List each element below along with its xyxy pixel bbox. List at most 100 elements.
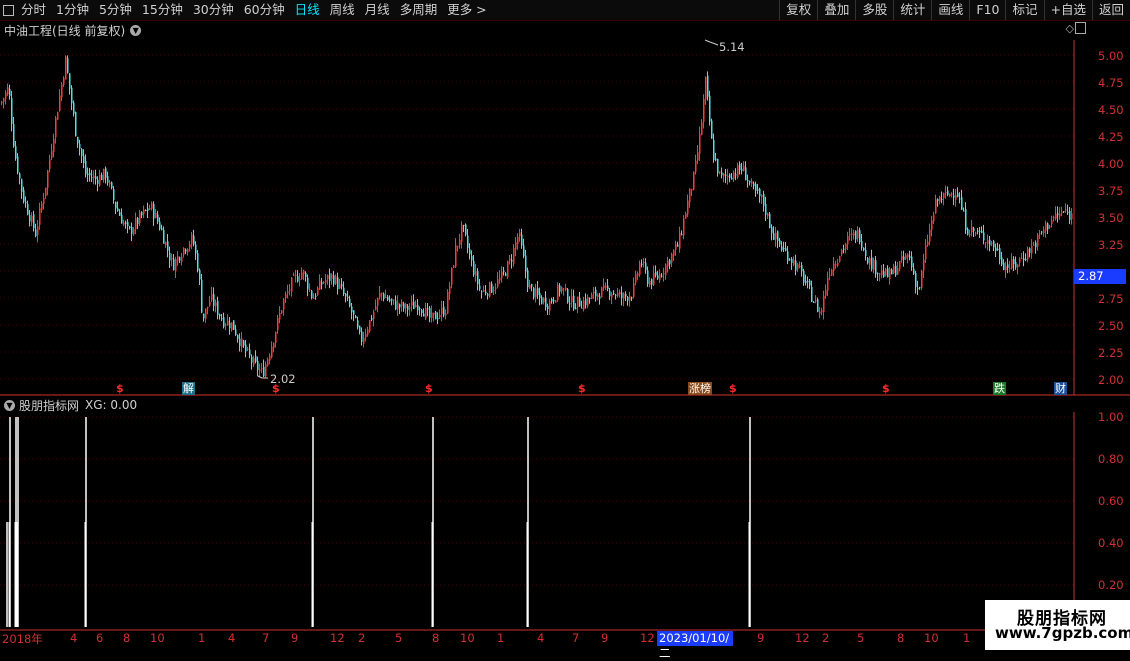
candle-body <box>369 320 371 332</box>
tab-monthly[interactable]: 月线 <box>360 0 395 20</box>
event-marker[interactable]: $ <box>882 382 890 395</box>
candle-body <box>333 275 335 285</box>
candle-body <box>183 247 185 255</box>
candle-body <box>795 260 797 271</box>
candle-body <box>777 231 779 242</box>
tab-30min[interactable]: 30分钟 <box>188 0 239 20</box>
tab-weekly[interactable]: 周线 <box>325 0 360 20</box>
candle-body <box>819 311 821 314</box>
window-toggle-icon[interactable] <box>1075 22 1086 34</box>
restore-rights-button[interactable]: 复权 <box>779 0 817 20</box>
candle-body <box>427 308 429 310</box>
candle-body <box>53 138 55 153</box>
event-marker[interactable]: $ <box>729 382 737 395</box>
back-button[interactable]: 返回 <box>1091 0 1130 20</box>
candle-body <box>869 258 871 265</box>
candle-body <box>867 258 869 264</box>
statistics-button[interactable]: 统计 <box>893 0 931 20</box>
chevron-down-icon[interactable]: ▼ <box>4 399 15 411</box>
event-marker[interactable]: $ <box>425 382 433 395</box>
candle-body <box>291 277 293 292</box>
candle-body <box>99 174 101 186</box>
price-tick: 2.75 <box>1098 292 1124 306</box>
candle-body <box>935 199 937 214</box>
candle-body <box>787 251 789 262</box>
candle-body <box>569 303 571 305</box>
overlay-button[interactable]: 叠加 <box>817 0 855 20</box>
date-tick: 8 <box>123 631 131 645</box>
candle-body <box>65 56 67 80</box>
date-tick: 1 <box>198 631 206 645</box>
candle-body <box>873 259 875 271</box>
tab-daily[interactable]: 日线 <box>290 0 325 20</box>
candle-body <box>153 203 155 219</box>
candle-body <box>475 271 477 276</box>
event-marker-finance[interactable]: 财 <box>1054 382 1067 395</box>
candle-body <box>173 258 175 271</box>
event-marker[interactable]: $ <box>578 382 586 395</box>
tab-multi-period[interactable]: 多周期 <box>395 0 443 20</box>
candle-body <box>3 98 5 102</box>
tab-15min[interactable]: 15分钟 <box>137 0 188 20</box>
f10-button[interactable]: F10 <box>969 0 1005 20</box>
candle-body <box>561 287 563 292</box>
candle-body <box>753 183 755 187</box>
candle-body <box>467 235 469 248</box>
chevron-down-icon[interactable]: ▼ <box>130 24 142 36</box>
diamond-icon[interactable]: ◇ <box>1066 22 1074 35</box>
candle-body <box>417 304 419 311</box>
mark-button[interactable]: 标记 <box>1005 0 1043 20</box>
event-marker-unlock[interactable]: 解 <box>182 382 195 395</box>
candle-body <box>903 256 905 260</box>
tab-5min[interactable]: 5分钟 <box>94 0 137 20</box>
candle-body <box>965 209 967 231</box>
candle-body <box>959 198 961 200</box>
candle-body <box>519 232 521 237</box>
event-marker[interactable]: $ <box>116 382 124 395</box>
tab-1min[interactable]: 1分钟 <box>51 0 94 20</box>
candle-body <box>39 208 41 225</box>
multi-stock-button[interactable]: 多股 <box>855 0 893 20</box>
candle-body <box>775 232 777 240</box>
stock-title: 中油工程(日线 前复权) <box>4 23 126 38</box>
candle-body <box>573 295 575 310</box>
tab-fenshi[interactable]: 分时 <box>16 0 51 20</box>
date-axis: 2018年 4 6 8 10 1 4 7 9 12 2 5 8 10 1 4 7… <box>0 631 985 646</box>
candle-body <box>147 208 149 212</box>
candle-body <box>1041 231 1043 233</box>
candle-body <box>975 232 977 234</box>
candle-body <box>79 143 81 149</box>
tab-more[interactable]: 更多 > <box>442 0 488 20</box>
candle-body <box>269 355 271 361</box>
candle-body <box>801 265 803 272</box>
candle-body <box>681 234 683 236</box>
date-tick: 1 <box>497 631 505 645</box>
candle-body <box>409 307 411 309</box>
candle-body <box>821 310 823 313</box>
candle-body <box>463 225 465 227</box>
add-watchlist-button[interactable]: +自选 <box>1043 0 1092 20</box>
menu-square-icon[interactable] <box>3 4 14 16</box>
event-marker-fall[interactable]: 跌 <box>993 382 1006 395</box>
candle-body <box>913 268 915 274</box>
candle-body <box>751 181 753 184</box>
candle-body <box>343 287 345 294</box>
event-marker[interactable]: $ <box>272 382 280 395</box>
candle-body <box>979 231 981 233</box>
main-grid <box>0 54 1074 380</box>
candle-body <box>35 229 37 237</box>
candle-body <box>559 285 561 292</box>
candle-body <box>1063 211 1065 213</box>
candle-body <box>1047 223 1049 230</box>
kline-chart[interactable] <box>0 0 1130 650</box>
candle-body <box>425 307 427 319</box>
candle-body <box>577 296 579 307</box>
candle-body <box>707 75 709 97</box>
event-marker-rise-list[interactable]: 涨榜 <box>688 382 712 395</box>
draw-line-button[interactable]: 画线 <box>931 0 969 20</box>
candle-body <box>783 248 785 250</box>
tab-60min[interactable]: 60分钟 <box>239 0 290 20</box>
candle-body <box>1035 242 1037 248</box>
candle-body <box>295 274 297 276</box>
candle-body <box>709 95 711 122</box>
